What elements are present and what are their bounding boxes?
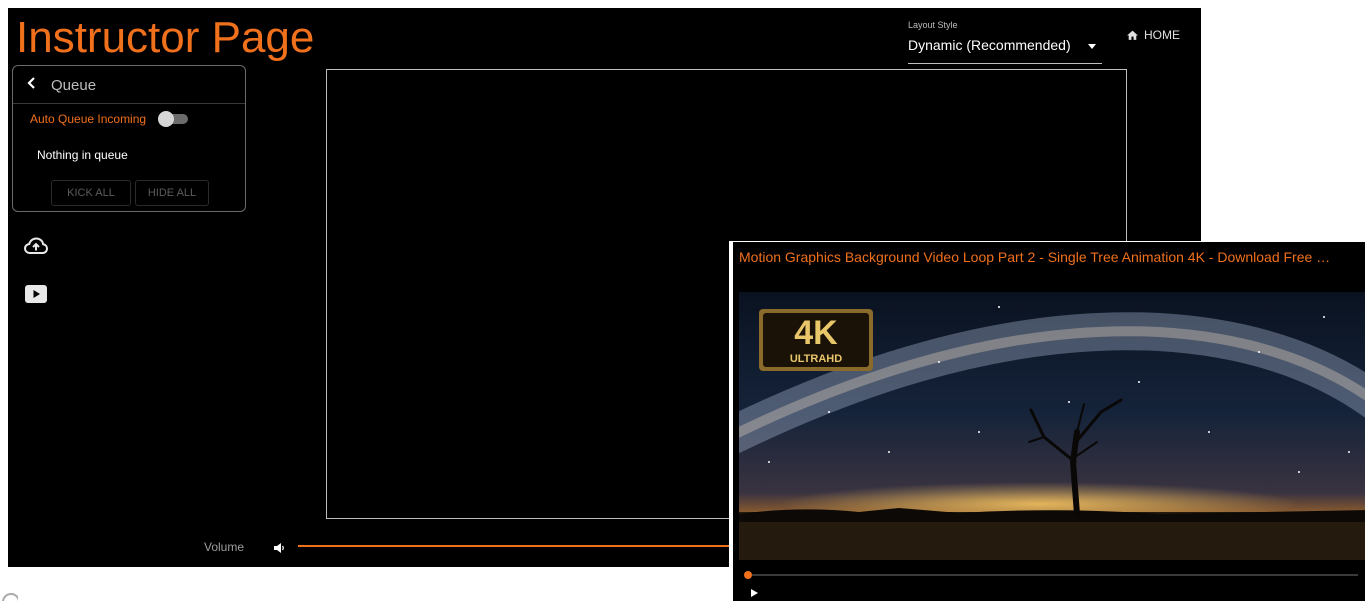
youtube-icon[interactable] <box>24 283 48 305</box>
video-frame[interactable]: 4K ULTRAHD <box>739 292 1365 560</box>
video-progress-bar[interactable] <box>744 571 1358 579</box>
kick-all-button[interactable]: KICK ALL <box>51 180 131 206</box>
auto-queue-label: Auto Queue Incoming <box>30 112 147 126</box>
video-progress-knob[interactable] <box>744 571 752 579</box>
volume-icon[interactable] <box>273 541 285 553</box>
layout-style-value: Dynamic (Recommended) <box>908 37 1071 53</box>
chevron-left-icon[interactable] <box>26 76 38 90</box>
caret-down-icon <box>1088 44 1096 49</box>
home-icon <box>1127 30 1138 40</box>
queue-title: Queue <box>51 77 97 94</box>
auto-queue-toggle[interactable] <box>158 111 190 127</box>
home-button[interactable]: HOME <box>1126 28 1180 42</box>
queue-panel: Queue Auto Queue Incoming Nothing in que… <box>12 65 246 212</box>
video-title[interactable]: Motion Graphics Background Video Loop Pa… <box>739 249 1364 265</box>
toggle-thumb <box>158 111 174 127</box>
queue-header[interactable]: Queue <box>13 66 245 104</box>
circle-icon <box>2 593 18 601</box>
layout-style-select[interactable]: Layout Style Dynamic (Recommended) <box>908 20 1102 64</box>
volume-slider[interactable] <box>298 545 738 547</box>
page-title: Instructor Page <box>16 13 315 62</box>
cloud-upload-icon[interactable] <box>23 235 49 257</box>
hide-all-button[interactable]: HIDE ALL <box>135 180 209 206</box>
home-label: HOME <box>1144 28 1180 42</box>
queue-empty-text: Nothing in queue <box>37 148 128 162</box>
video-popup: Motion Graphics Background Video Loop Pa… <box>729 241 1365 601</box>
volume-label: Volume <box>204 540 245 554</box>
video-badge-ultrahd: ULTRAHD <box>790 353 842 365</box>
layout-style-label: Layout Style <box>908 20 958 30</box>
play-icon[interactable] <box>751 589 758 597</box>
video-badge-4k: 4K <box>794 314 838 352</box>
